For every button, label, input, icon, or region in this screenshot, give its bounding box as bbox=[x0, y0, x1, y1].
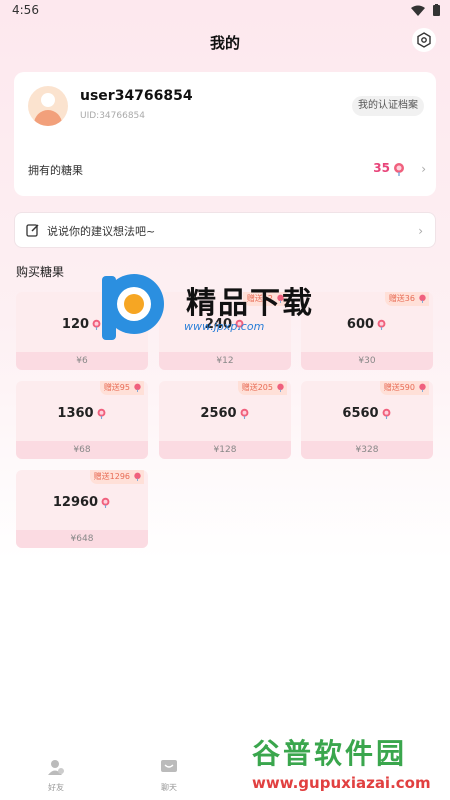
gear-icon bbox=[417, 32, 431, 48]
user-id: UID:34766854 bbox=[80, 111, 146, 121]
bonus-badge: 赠送205 bbox=[237, 381, 287, 395]
candy-amount: 600 bbox=[346, 317, 375, 332]
candy-icon bbox=[101, 497, 110, 508]
site-watermark: 谷普软件园 www.gupuxiazai.com bbox=[246, 728, 450, 800]
edit-icon bbox=[26, 224, 39, 237]
candy-icon bbox=[419, 383, 426, 392]
section-title: 购买糖果 bbox=[16, 265, 65, 279]
candy-icon bbox=[97, 408, 106, 419]
candy-price: ¥68 bbox=[16, 441, 148, 459]
username: user34766854 bbox=[80, 88, 193, 104]
candy-count: 35 bbox=[373, 161, 390, 175]
suggestion-entry[interactable]: 说说你的建议想法吧~ › bbox=[14, 212, 436, 248]
page-title: 我的 bbox=[209, 34, 240, 52]
bonus-badge: 赠送95 bbox=[99, 381, 144, 395]
candy-icon bbox=[134, 472, 141, 481]
header: 我的 bbox=[0, 28, 450, 56]
candy-icon bbox=[394, 163, 404, 176]
chevron-right-icon: › bbox=[421, 162, 426, 176]
candy-price: ¥6 bbox=[16, 352, 148, 370]
candy-price: ¥30 bbox=[301, 352, 433, 370]
chevron-right-icon: › bbox=[418, 224, 423, 238]
candy-amount: 6560 bbox=[342, 406, 379, 421]
bonus-badge-text: 赠送1296 bbox=[93, 472, 130, 481]
site-watermark-name: 谷普软件园 bbox=[252, 737, 408, 770]
candy-icon bbox=[419, 294, 426, 303]
candy-icon bbox=[134, 383, 141, 392]
nav-chat[interactable]: 聊天 bbox=[139, 758, 199, 793]
nav-chat-label: 聊天 bbox=[161, 783, 177, 792]
candy-amount: 1360 bbox=[57, 406, 94, 421]
chat-icon bbox=[161, 760, 177, 772]
status-time: 4:56 bbox=[12, 3, 39, 17]
watermark: 精品下载 www.jpxp.com bbox=[96, 268, 346, 344]
bonus-badge-text: 赠送95 bbox=[103, 383, 130, 392]
candy-price: ¥648 bbox=[16, 530, 148, 548]
certification-button[interactable]: 我的认证档案 bbox=[352, 96, 424, 116]
avatar[interactable] bbox=[28, 86, 68, 126]
candy-price: ¥12 bbox=[159, 352, 291, 370]
candy-package[interactable]: 赠送205 2560 ¥128 bbox=[159, 381, 291, 459]
status-bar: 4:56 bbox=[0, 0, 450, 22]
candy-icon bbox=[377, 319, 386, 330]
candy-price: ¥128 bbox=[159, 441, 291, 459]
bonus-badge-text: 赠送590 bbox=[383, 383, 415, 392]
watermark-logo bbox=[102, 274, 164, 340]
candy-amount: 120 bbox=[61, 317, 90, 332]
candy-label: 拥有的糖果 bbox=[28, 164, 83, 177]
candy-package[interactable]: 赠送590 6560 ¥328 bbox=[301, 381, 433, 459]
status-icons bbox=[411, 4, 440, 16]
nav-friends-label: 好友 bbox=[48, 783, 64, 792]
bonus-badge: 赠送590 bbox=[379, 381, 429, 395]
suggestion-text: 说说你的建议想法吧~ bbox=[47, 225, 156, 238]
bonus-badge-text: 赠送205 bbox=[241, 383, 273, 392]
candy-price: ¥328 bbox=[301, 441, 433, 459]
watermark-url: www.jpxp.com bbox=[184, 320, 265, 333]
candy-icon bbox=[277, 383, 284, 392]
nav-friends[interactable]: 好友 bbox=[26, 758, 86, 793]
bonus-badge: 赠送1296 bbox=[89, 470, 144, 484]
watermark-brand: 精品下载 bbox=[186, 286, 314, 321]
bonus-badge: 赠送36 bbox=[384, 292, 429, 306]
profile-card: user34766854 UID:34766854 我的认证档案 拥有的糖果 3… bbox=[14, 72, 436, 196]
candy-balance-row[interactable]: 拥有的糖果 35 › bbox=[14, 158, 436, 182]
candy-amount: 2560 bbox=[200, 406, 237, 421]
settings-button[interactable] bbox=[412, 28, 436, 52]
site-watermark-url: www.gupuxiazai.com bbox=[252, 774, 431, 792]
bonus-badge-text: 赠送36 bbox=[388, 294, 415, 303]
candy-icon bbox=[382, 408, 391, 419]
wifi-icon bbox=[411, 5, 425, 16]
friends-icon bbox=[48, 760, 64, 775]
candy-icon bbox=[240, 408, 249, 419]
candy-amount: 12960 bbox=[52, 495, 99, 510]
candy-package[interactable]: 赠送95 1360 ¥68 bbox=[16, 381, 148, 459]
battery-icon bbox=[433, 4, 440, 16]
candy-package[interactable]: 赠送1296 12960 ¥648 bbox=[16, 470, 148, 548]
